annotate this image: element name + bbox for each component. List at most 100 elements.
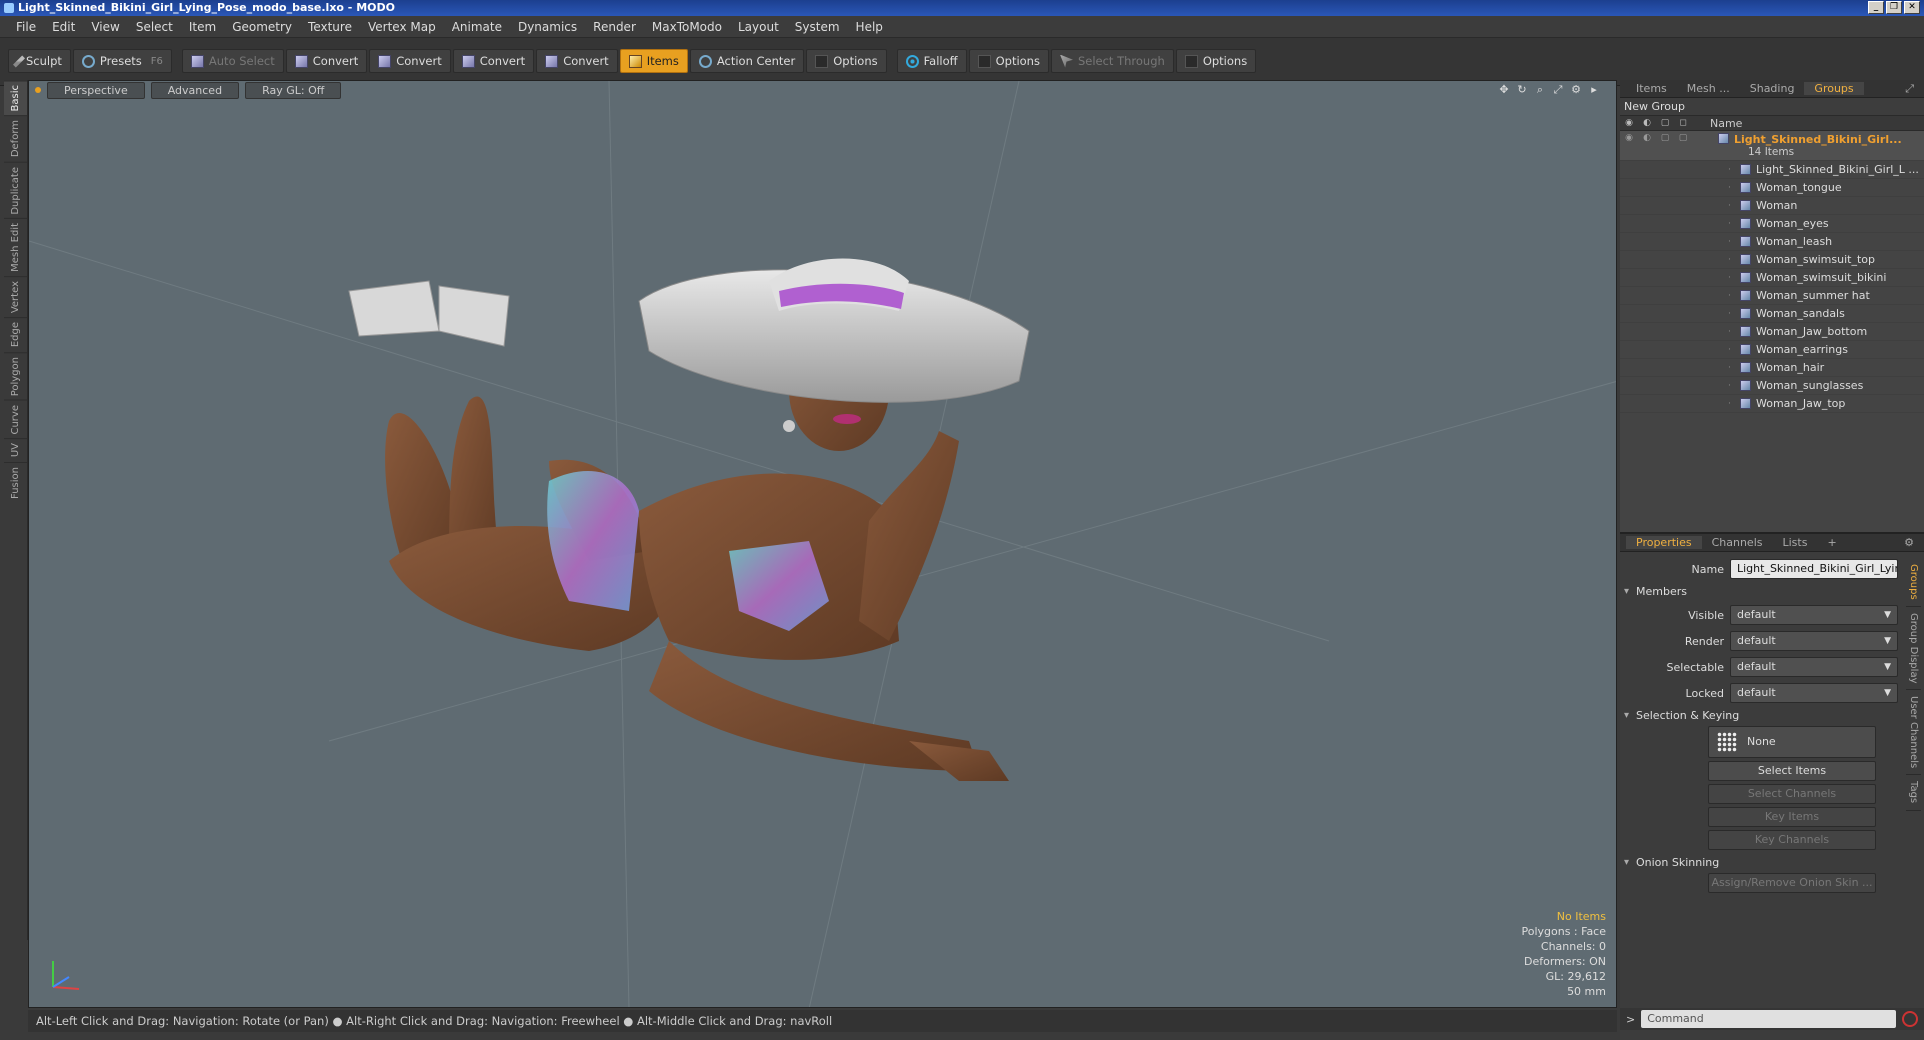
tab-curve[interactable]: Curve <box>4 399 27 439</box>
menu-item[interactable]: Item <box>181 20 224 34</box>
menu-edit[interactable]: Edit <box>44 20 83 34</box>
falloff-button[interactable]: Falloff <box>896 49 967 73</box>
menu-maxtomodo[interactable]: MaxToModo <box>644 20 730 34</box>
list-item[interactable]: · Woman_eyes <box>1620 215 1924 233</box>
menu-vertex-map[interactable]: Vertex Map <box>360 20 444 34</box>
render-column-icon[interactable]: ◐ <box>1638 118 1656 128</box>
tab-channels[interactable]: Channels <box>1702 536 1773 549</box>
maximize-button[interactable]: ❐ <box>1886 1 1902 14</box>
command-input[interactable]: Command <box>1641 1010 1896 1028</box>
side-tab-group-display[interactable]: Group Display <box>1906 607 1921 691</box>
auto-select-button[interactable]: Auto Select <box>181 49 284 73</box>
list-item[interactable]: · Woman_Jaw_top <box>1620 395 1924 413</box>
locked-dropdown[interactable]: default ▼ <box>1730 683 1898 703</box>
tab-shading[interactable]: Shading <box>1740 82 1805 95</box>
list-item[interactable]: · Woman_earrings <box>1620 341 1924 359</box>
lock-icon[interactable]: ▢ <box>1656 133 1674 143</box>
menu-system[interactable]: System <box>787 20 848 34</box>
side-tab-groups[interactable]: Groups <box>1906 558 1921 607</box>
key-channels-button[interactable]: Key Channels <box>1708 830 1876 850</box>
tab-groups[interactable]: Groups <box>1804 82 1864 95</box>
visible-dropdown[interactable]: default ▼ <box>1730 605 1898 625</box>
selection-keying-section[interactable]: Selection & Keying <box>1620 706 1924 726</box>
add-tab-button[interactable]: + <box>1817 536 1846 549</box>
render-dropdown[interactable]: default ▼ <box>1730 631 1898 651</box>
list-item[interactable]: · Woman_sunglasses <box>1620 377 1924 395</box>
new-group-button[interactable]: New Group <box>1620 98 1924 116</box>
select-column-icon[interactable]: ◻ <box>1674 118 1692 128</box>
action-center-options-button[interactable]: Options <box>806 49 887 73</box>
tab-mesh[interactable]: Mesh ... <box>1677 82 1740 95</box>
record-macro-icon[interactable] <box>1902 1011 1918 1027</box>
3d-viewport[interactable]: Perspective Advanced Ray GL: Off ✥ ↻ ⌕ ⤢… <box>28 80 1617 1008</box>
tab-duplicate[interactable]: Duplicate <box>4 161 27 219</box>
window-controls: _ ❐ ✕ <box>1868 1 1920 14</box>
menu-select[interactable]: Select <box>128 20 181 34</box>
convert-vertices-button[interactable]: Convert <box>285 49 368 73</box>
sculpt-button[interactable]: Sculpt <box>8 49 71 73</box>
select-icon[interactable]: ▢ <box>1674 133 1692 143</box>
side-tab-user-channels[interactable]: User Channels <box>1906 690 1921 776</box>
list-item[interactable]: · Woman_leash <box>1620 233 1924 251</box>
menu-help[interactable]: Help <box>848 20 891 34</box>
tab-uv[interactable]: UV <box>4 438 27 462</box>
tab-deform[interactable]: Deform <box>4 115 27 162</box>
action-center-button[interactable]: Action Center <box>689 49 805 73</box>
key-items-button[interactable]: Key Items <box>1708 807 1876 827</box>
convert-materials-button[interactable]: Convert <box>536 49 618 73</box>
tab-properties[interactable]: Properties <box>1626 536 1702 549</box>
list-item[interactable]: · Woman_Jaw_bottom <box>1620 323 1924 341</box>
tab-items[interactable]: Items <box>1626 82 1677 95</box>
selectable-dropdown[interactable]: default ▼ <box>1730 657 1898 677</box>
falloff-options-button[interactable]: Options <box>968 49 1049 73</box>
list-item[interactable]: · Woman_hair <box>1620 359 1924 377</box>
tab-mesh-edit[interactable]: Mesh Edit <box>4 218 27 277</box>
group-root-row[interactable]: ◉ ◐ ▢ ▢ Light_Skinned_Bikini_Girl... 14 Ite… <box>1620 131 1924 161</box>
menu-texture[interactable]: Texture <box>300 20 360 34</box>
menu-animate[interactable]: Animate <box>444 20 510 34</box>
tab-fusion[interactable]: Fusion <box>4 461 27 503</box>
list-item[interactable]: · Woman_tongue <box>1620 179 1924 197</box>
close-button[interactable]: ✕ <box>1904 1 1920 14</box>
tab-basic[interactable]: Basic <box>4 80 27 116</box>
lock-column-icon[interactable]: ▢ <box>1656 118 1674 128</box>
items-mode-button[interactable]: Items <box>619 49 688 73</box>
list-item[interactable]: · Woman_swimsuit_top <box>1620 251 1924 269</box>
tab-edge[interactable]: Edge <box>4 317 27 352</box>
list-item[interactable]: · Woman_swimsuit_bikini <box>1620 269 1924 287</box>
name-column-header[interactable]: Name <box>1710 117 1742 130</box>
none-button[interactable]: None <box>1708 726 1876 758</box>
list-item[interactable]: · Woman <box>1620 197 1924 215</box>
menu-layout[interactable]: Layout <box>730 20 787 34</box>
select-through-options-button[interactable]: Options <box>1175 49 1257 73</box>
visibility-column-icon[interactable]: ◉ <box>1620 118 1638 128</box>
tab-lists[interactable]: Lists <box>1773 536 1818 549</box>
panel-expand-icon[interactable]: ⤢ <box>1895 82 1924 96</box>
presets-button[interactable]: Presets F6 <box>72 49 172 73</box>
side-tab-tags[interactable]: Tags <box>1906 775 1921 811</box>
eye-icon[interactable]: ◉ <box>1620 133 1638 143</box>
menu-file[interactable]: File <box>8 20 44 34</box>
group-name-input[interactable]: Light_Skinned_Bikini_Girl_Lying_F <box>1730 559 1898 579</box>
minimize-button[interactable]: _ <box>1868 1 1884 14</box>
convert-edges-button[interactable]: Convert <box>369 49 451 73</box>
menu-geometry[interactable]: Geometry <box>224 20 300 34</box>
list-item[interactable]: · Woman_summer hat <box>1620 287 1924 305</box>
list-item[interactable]: · Woman_sandals <box>1620 305 1924 323</box>
tab-vertex[interactable]: Vertex <box>4 276 27 318</box>
menu-view[interactable]: View <box>83 20 127 34</box>
convert-polygons-button[interactable]: Convert <box>452 49 535 73</box>
render-icon[interactable]: ◐ <box>1638 133 1656 143</box>
menu-render[interactable]: Render <box>585 20 644 34</box>
members-section[interactable]: Members <box>1620 582 1924 602</box>
onion-skinning-section[interactable]: Onion Skinning <box>1620 853 1924 873</box>
properties-side-tabs: Groups Group Display User Channels Tags <box>1906 558 1924 811</box>
assign-onion-skin-button[interactable]: Assign/Remove Onion Skin ... <box>1708 873 1876 893</box>
select-items-button[interactable]: Select Items <box>1708 761 1876 781</box>
select-through-button[interactable]: Select Through <box>1050 49 1174 73</box>
select-channels-button[interactable]: Select Channels <box>1708 784 1876 804</box>
menu-dynamics[interactable]: Dynamics <box>510 20 585 34</box>
settings-gear-icon[interactable]: ⚙ <box>1894 536 1924 549</box>
list-item[interactable]: · Light_Skinned_Bikini_Girl_L ... <box>1620 161 1924 179</box>
tab-polygon[interactable]: Polygon <box>4 351 27 400</box>
